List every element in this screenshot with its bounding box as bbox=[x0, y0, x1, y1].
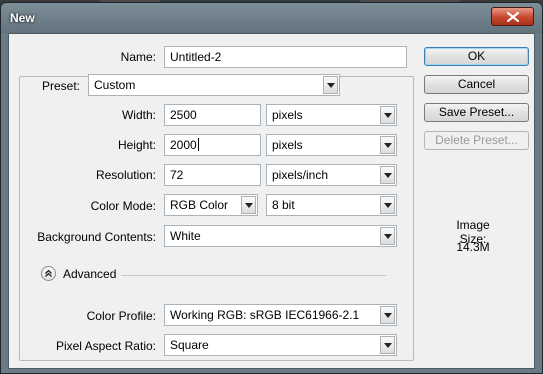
chevron-down-icon[interactable] bbox=[380, 106, 395, 124]
chevron-down-icon[interactable] bbox=[380, 336, 395, 354]
width-unit-value: pixels bbox=[272, 108, 303, 122]
advanced-label: Advanced bbox=[63, 267, 117, 281]
chevron-down-icon[interactable] bbox=[380, 136, 395, 154]
delete-preset-button[interactable]: Delete Preset... bbox=[424, 131, 529, 150]
close-button[interactable] bbox=[491, 7, 534, 26]
resolution-field[interactable]: 72 bbox=[164, 164, 261, 186]
image-size-value: 14.3M bbox=[456, 240, 490, 254]
pixel-aspect-ratio-label: Pixel Aspect Ratio: bbox=[55, 339, 156, 353]
chevron-down-icon[interactable] bbox=[241, 196, 256, 214]
chevron-down-icon[interactable] bbox=[380, 227, 395, 245]
height-unit-select[interactable]: pixels bbox=[266, 134, 397, 156]
color-mode-select[interactable]: RGB Color bbox=[164, 194, 258, 216]
cancel-button[interactable]: Cancel bbox=[424, 75, 529, 94]
width-field[interactable]: 2500 bbox=[164, 104, 261, 126]
height-unit-value: pixels bbox=[272, 138, 303, 152]
chevron-up-icon bbox=[45, 269, 52, 277]
save-preset-button[interactable]: Save Preset... bbox=[424, 103, 529, 122]
background-contents-value: White bbox=[170, 229, 201, 243]
width-label: Width: bbox=[121, 108, 156, 122]
pixel-aspect-ratio-value: Square bbox=[170, 338, 209, 352]
name-field[interactable]: Untitled-2 bbox=[164, 46, 407, 68]
background-contents-select[interactable]: White bbox=[164, 225, 397, 247]
new-document-dialog: New Name: Untitled-2 Preset: Custom Widt… bbox=[0, 2, 543, 374]
color-mode-label: Color Mode: bbox=[90, 199, 156, 213]
advanced-toggle[interactable] bbox=[41, 266, 56, 281]
color-profile-label: Color Profile: bbox=[86, 309, 156, 323]
preset-label: Preset: bbox=[39, 79, 84, 93]
resolution-unit-select[interactable]: pixels/inch bbox=[266, 164, 397, 186]
height-field[interactable]: 2000 bbox=[164, 134, 261, 156]
advanced-divider bbox=[121, 275, 386, 276]
chevron-down-icon[interactable] bbox=[380, 196, 395, 214]
preset-select[interactable]: Custom bbox=[88, 74, 340, 96]
height-label: Height: bbox=[117, 138, 156, 152]
color-profile-value: Working RGB: sRGB IEC61966-2.1 bbox=[170, 308, 360, 322]
ok-button[interactable]: OK bbox=[424, 47, 529, 66]
preset-value: Custom bbox=[94, 78, 136, 92]
background-contents-label: Background Contents: bbox=[37, 230, 156, 244]
bit-depth-select[interactable]: 8 bit bbox=[266, 194, 397, 216]
chevron-down-icon[interactable] bbox=[380, 166, 395, 184]
bit-depth-value: 8 bit bbox=[272, 198, 295, 212]
resolution-unit-value: pixels/inch bbox=[272, 168, 329, 182]
resolution-label: Resolution: bbox=[95, 168, 156, 182]
color-profile-select[interactable]: Working RGB: sRGB IEC61966-2.1 bbox=[164, 304, 397, 326]
dialog-body: Name: Untitled-2 Preset: Custom Width: 2… bbox=[8, 33, 535, 369]
chevron-down-icon[interactable] bbox=[380, 306, 395, 324]
dialog-title: New bbox=[10, 11, 35, 25]
name-label: Name: bbox=[120, 50, 156, 64]
close-icon bbox=[506, 11, 519, 22]
width-unit-select[interactable]: pixels bbox=[266, 104, 397, 126]
pixel-aspect-ratio-select[interactable]: Square bbox=[164, 334, 397, 356]
chevron-down-icon[interactable] bbox=[323, 76, 338, 94]
color-mode-value: RGB Color bbox=[170, 198, 229, 212]
title-bar[interactable]: New bbox=[1, 3, 542, 33]
